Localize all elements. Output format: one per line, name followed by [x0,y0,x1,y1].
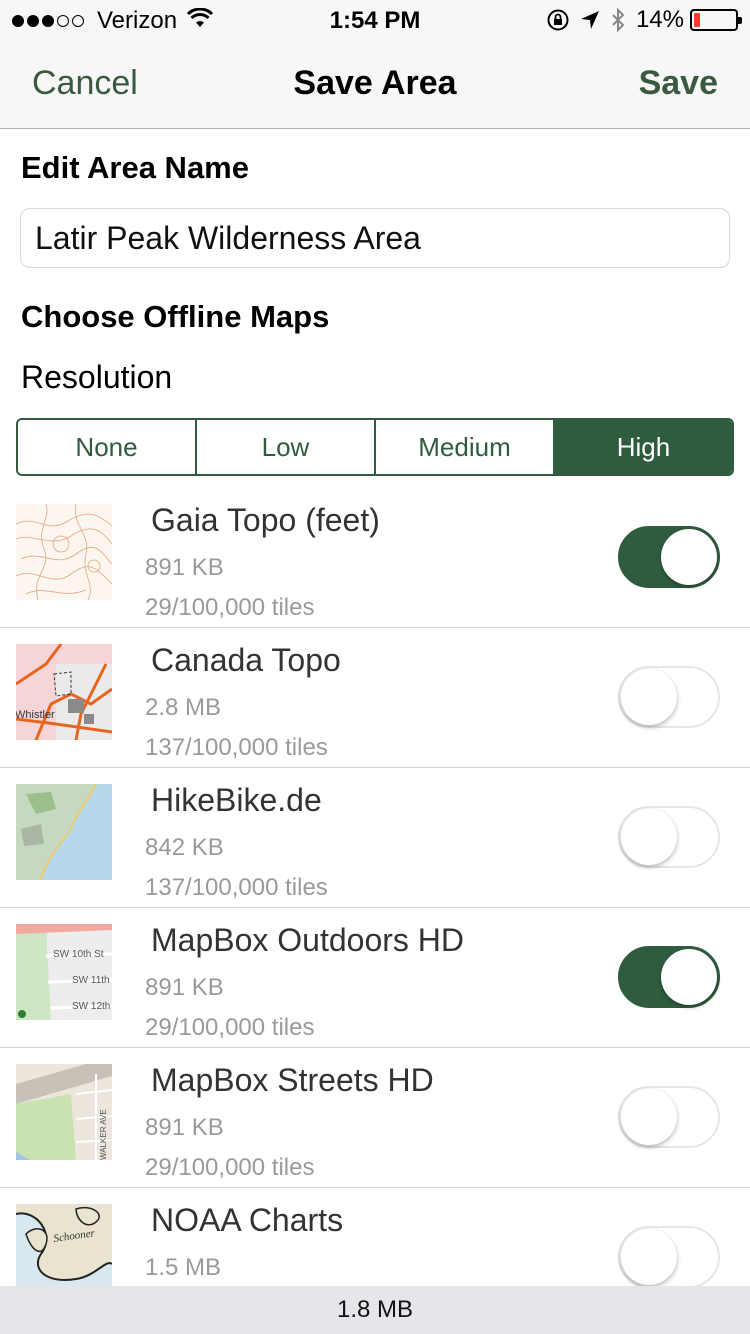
hikebike-thumbnail [16,784,112,880]
thumb-label: WALKER AVE [99,1109,108,1160]
map-row-hikebike: HikeBike.de 842 KB 137/100,000 tiles [0,768,750,908]
map-tiles: 29/100,000 tiles [145,594,315,621]
battery-icon [690,9,742,31]
status-right: 14% [536,6,742,34]
map-tiles: 29/100,000 tiles [145,1154,315,1181]
map-row-mapbox-streets: WALKER AVE MapBox Streets HD 891 KB 29/1… [0,1048,750,1188]
toggle-knob [621,1229,677,1285]
battery-percent: 14% [635,6,684,33]
mapbox-streets-toggle[interactable] [618,1086,720,1148]
map-tiles: 29/100,000 tiles [145,1014,315,1041]
map-name: NOAA Charts [151,1202,344,1238]
page-title: Save Area [293,64,457,102]
map-row-noaa-charts: Schooner NOAA Charts 1.5 MB [0,1188,750,1286]
save-button[interactable]: Save [639,64,718,103]
hikebike-toggle[interactable] [618,806,720,868]
resolution-low-segment[interactable]: Low [195,420,374,474]
resolution-medium-segment[interactable]: Medium [374,420,553,474]
toggle-knob [621,669,677,725]
map-tiles: 137/100,000 tiles [145,734,328,761]
gaia-topo-toggle[interactable] [618,526,720,588]
choose-offline-maps-heading: Choose Offline Maps [21,299,330,334]
mapbox-outdoors-thumbnail: SW 10th St SW 11th SW 12th [16,924,112,1020]
map-name: Canada Topo [151,642,341,678]
noaa-charts-toggle[interactable] [618,1226,720,1286]
location-arrow-icon [580,10,600,30]
thumb-street-label: SW 10th St [53,949,104,960]
map-name: MapBox Streets HD [151,1062,434,1098]
toggle-knob [661,949,717,1005]
thumb-label: Whistler [16,709,55,721]
thumb-street-label: SW 11th [72,975,110,986]
status-bar: Verizon 1:54 PM 14% [0,0,750,40]
topo-map-thumbnail [16,504,112,600]
map-size: 891 KB [145,974,224,1001]
navigation-bar: Cancel Save Area Save [0,40,750,129]
canada-topo-thumbnail: Whistler [16,644,112,740]
offline-maps-list: Gaia Topo (feet) 891 KB 29/100,000 tiles… [0,488,750,1286]
map-row-canada-topo: Whistler Canada Topo 2.8 MB 137/100,000 … [0,628,750,768]
resolution-high-segment[interactable]: High [553,420,732,474]
map-name: HikeBike.de [151,782,322,818]
toggle-knob [621,1089,677,1145]
map-name: Gaia Topo (feet) [151,502,380,538]
area-name-input[interactable] [20,208,730,268]
resolution-segmented-control: None Low Medium High [16,418,734,476]
thumb-street-label: SW 12th [72,1001,110,1012]
map-size: 2.8 MB [145,694,222,721]
map-size: 891 KB [145,554,224,581]
map-size: 842 KB [145,834,224,861]
mapbox-streets-thumbnail: WALKER AVE [16,1064,112,1160]
battery-level [694,13,700,27]
toggle-knob [621,809,677,865]
resolution-label: Resolution [21,359,173,395]
map-size: 1.5 MB [145,1254,222,1281]
total-size-footer: 1.8 MB [0,1286,750,1334]
map-row-gaia-topo: Gaia Topo (feet) 891 KB 29/100,000 tiles [0,488,750,628]
map-size: 891 KB [145,1114,224,1141]
toggle-knob [661,529,717,585]
canada-topo-toggle[interactable] [618,666,720,728]
map-name: MapBox Outdoors HD [151,922,465,958]
edit-area-name-heading: Edit Area Name [21,150,249,185]
mapbox-outdoors-toggle[interactable] [618,946,720,1008]
rotation-lock-icon [546,8,570,32]
noaa-chart-thumbnail: Schooner [16,1204,112,1286]
map-tiles: 137/100,000 tiles [145,874,328,901]
map-row-mapbox-outdoors: SW 10th St SW 11th SW 12th MapBox Outdoo… [0,908,750,1048]
bluetooth-icon [610,8,626,32]
resolution-none-segment[interactable]: None [18,420,195,474]
